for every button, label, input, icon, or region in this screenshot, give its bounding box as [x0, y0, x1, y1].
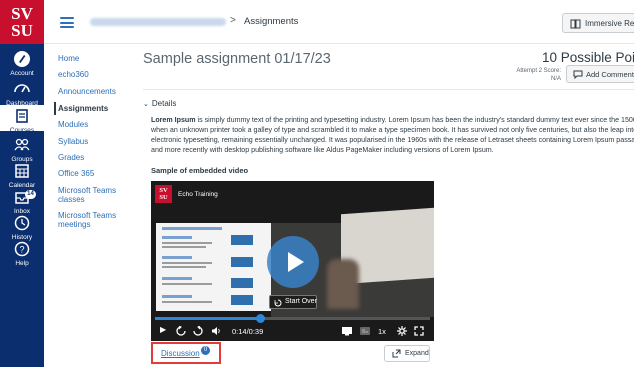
- start-over-label: Start Over: [285, 298, 317, 305]
- attempt-score: Attempt 2 Score: N/A: [511, 67, 561, 83]
- captions-icon[interactable]: [359, 326, 371, 336]
- book-icon: [570, 19, 581, 29]
- video-controls: ▶ 0:14/0:39 1x: [151, 322, 434, 341]
- video-timecode: 0:14/0:39: [232, 327, 264, 336]
- course-nav-office365[interactable]: Office 365: [58, 169, 94, 179]
- details-toggle[interactable]: ⌄ Details: [143, 99, 176, 108]
- details-label: Details: [151, 99, 177, 108]
- global-nav: SV SU Account Dashboard Courses Groups C…: [0, 0, 44, 367]
- expand-label: Expand: [405, 350, 429, 357]
- assignment-description: Lorem Ipsum is simply dummy text of the …: [151, 115, 634, 155]
- attempt-score-label: Attempt 2 Score:: [516, 68, 561, 74]
- start-over-button[interactable]: Start Over: [269, 295, 317, 309]
- global-nav-label: Account: [10, 70, 34, 77]
- logo-line-2: SU: [11, 21, 33, 40]
- logo-line-1: SV: [11, 4, 33, 23]
- global-nav-account[interactable]: Account: [0, 50, 44, 77]
- course-nav-teams-meetings-line2[interactable]: meetings: [58, 220, 90, 230]
- help-icon: ?: [14, 241, 30, 257]
- rewind-icon[interactable]: [176, 326, 186, 336]
- video-progress-bar[interactable]: [155, 314, 430, 323]
- global-nav-label: Courses: [9, 127, 35, 134]
- discussion-count-badge: 0: [201, 346, 210, 355]
- description-line-1: Lorem Ipsum is simply dummy text of the …: [151, 115, 634, 125]
- discussion-link[interactable]: Discussion: [161, 349, 200, 358]
- course-nav-teams-classes-line2[interactable]: classes: [58, 195, 85, 205]
- play-small-icon[interactable]: ▶: [160, 325, 166, 334]
- breadcrumb-current: Assignments: [244, 16, 299, 27]
- account-icon: [14, 51, 30, 67]
- video-logo-line-1: SV: [159, 187, 168, 194]
- video-slide-thumbnail: [156, 223, 271, 311]
- discussion-highlight-box: Discussion 0: [151, 342, 221, 364]
- possible-points: 10 Possible Points: [542, 50, 634, 65]
- course-nav-announcements[interactable]: Announcements: [58, 87, 116, 97]
- dashboard-icon: [14, 84, 30, 93]
- immersive-reader-button[interactable]: Immersive Reader: [562, 13, 634, 33]
- video-svsu-logo: SV SU: [155, 185, 172, 203]
- volume-icon[interactable]: [211, 326, 221, 336]
- expand-button[interactable]: Expand: [384, 345, 430, 362]
- header-divider: [143, 89, 634, 90]
- fullscreen-icon[interactable]: [414, 326, 424, 336]
- video-presenter-blurred: [327, 259, 359, 309]
- settings-gear-icon[interactable]: [397, 326, 407, 336]
- course-nav-modules[interactable]: Modules: [58, 120, 88, 130]
- global-nav-label: Help: [15, 260, 29, 267]
- courses-icon: [16, 109, 28, 123]
- course-nav-syllabus[interactable]: Syllabus: [58, 137, 88, 147]
- description-bold: Lorem Ipsum: [151, 116, 196, 124]
- course-nav-assignments[interactable]: Assignments: [54, 102, 108, 115]
- description-line-2: when an unknown printer took a galley of…: [151, 126, 634, 134]
- history-icon: [14, 215, 30, 231]
- restart-icon: [274, 299, 282, 307]
- video-title: Echo Training: [178, 191, 218, 198]
- global-nav-help[interactable]: ? Help: [0, 240, 44, 267]
- embedded-video-player[interactable]: SV SU Echo Training Start Over ▶ 0:14/0:…: [151, 181, 434, 341]
- assignment-title: Sample assignment 01/17/23: [143, 51, 331, 67]
- fast-forward-icon[interactable]: [193, 326, 203, 336]
- screen-view-icon[interactable]: [341, 326, 353, 336]
- expand-icon: [392, 349, 401, 358]
- play-icon[interactable]: [267, 236, 319, 288]
- global-nav-groups[interactable]: Groups: [0, 136, 44, 163]
- description-line-4: and more recently with desktop publishin…: [151, 146, 494, 154]
- add-comment-button[interactable]: Add Comment: [566, 65, 634, 83]
- hamburger-menu-icon[interactable]: [60, 17, 74, 28]
- video-progress-fill: [155, 317, 260, 320]
- immersive-reader-label: Immersive Reader: [585, 19, 634, 28]
- inbox-unread-badge: 14: [25, 190, 36, 199]
- description-line-1-text: is simply dummy text of the printing and…: [195, 116, 634, 124]
- course-nav-echo360[interactable]: echo360: [58, 70, 89, 80]
- comment-icon: [573, 70, 583, 79]
- attempt-score-value: N/A: [550, 76, 561, 82]
- description-line-3: electronic typesetting, remaining essent…: [151, 136, 634, 144]
- global-nav-history[interactable]: History: [0, 214, 44, 241]
- playback-speed[interactable]: 1x: [378, 327, 386, 336]
- add-comment-label: Add Comment: [586, 70, 634, 79]
- groups-icon: [14, 138, 30, 151]
- global-nav-dashboard[interactable]: Dashboard: [0, 80, 44, 107]
- breadcrumb-separator: >: [230, 15, 236, 26]
- global-nav-inbox[interactable]: 14 Inbox: [0, 188, 44, 215]
- chevron-down-icon: ⌄: [143, 101, 149, 108]
- video-heading: Sample of embedded video: [151, 166, 249, 175]
- course-nav-home[interactable]: Home: [58, 54, 79, 64]
- calendar-icon: [15, 164, 29, 178]
- top-header: > Assignments Immersive Reader: [44, 0, 634, 44]
- svsu-logo[interactable]: SV SU: [0, 0, 44, 44]
- global-nav-calendar[interactable]: Calendar: [0, 162, 44, 189]
- global-nav-courses[interactable]: Courses: [0, 105, 44, 134]
- video-logo-line-2: SU: [159, 194, 168, 201]
- svg-text:?: ?: [19, 245, 24, 255]
- course-nav-grades[interactable]: Grades: [58, 153, 84, 163]
- breadcrumb-course-redacted[interactable]: [90, 18, 226, 26]
